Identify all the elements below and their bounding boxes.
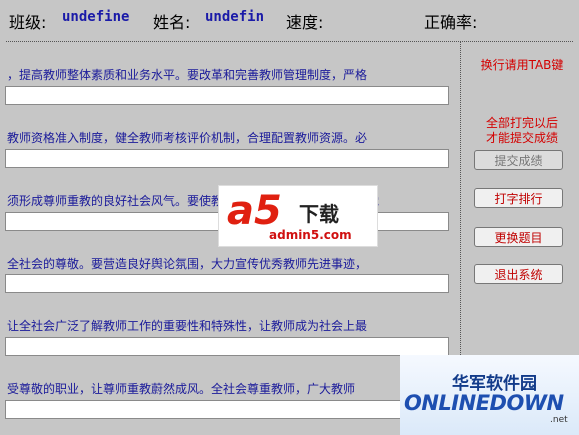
a5-watermark-logo: a5 下载 admin5.com xyxy=(218,185,378,247)
source-line-1: ，提高教师整体素质和业务水平。要改革和完善教师管理制度，严格 xyxy=(7,68,368,82)
name-label: 姓名: xyxy=(153,13,191,32)
typing-rank-button[interactable]: 打字排行 xyxy=(474,188,563,208)
source-line-6: 受尊敬的职业，让尊师重教蔚然成风。全社会尊重教师，广大教师 xyxy=(7,382,356,396)
class-value: undefine xyxy=(62,9,130,25)
speed-label: 速度: xyxy=(286,13,324,32)
tab-hint: 换行请用TAB键 xyxy=(480,58,564,72)
typing-input-1[interactable] xyxy=(5,86,449,105)
source-line-5: 让全社会广泛了解教师工作的重要性和特殊性，让教师成为社会上最 xyxy=(7,319,368,333)
exit-system-button[interactable]: 退出系统 xyxy=(474,264,563,284)
status-header: 班级: undefine 姓名: undefin 速度: 正确率: xyxy=(0,0,579,38)
onlinedown-logo-suffix: .net xyxy=(550,415,568,425)
source-line-4: 全社会的尊敬。要营造良好舆论氛围，大力宣传优秀教师先进事迹， xyxy=(7,257,368,271)
name-value: undefin xyxy=(205,9,265,25)
typing-input-2[interactable] xyxy=(5,149,449,168)
accuracy-label: 正确率: xyxy=(424,13,478,32)
class-label: 班级: xyxy=(9,13,47,32)
submit-hint-line-2: 才能提交成绩 xyxy=(485,131,558,145)
header-divider xyxy=(6,41,573,42)
typing-input-5[interactable] xyxy=(5,337,449,356)
typing-input-6[interactable] xyxy=(5,400,449,419)
onlinedown-watermark-logo: 华军软件园 ONLINEDOWN .net xyxy=(400,355,579,435)
a5-logo-url: admin5.com xyxy=(269,228,352,242)
submit-score-button[interactable]: 提交成绩 xyxy=(474,150,563,170)
a5-logo-text: 下载 xyxy=(299,202,339,226)
source-line-2: 教师资格准入制度，健全教师考核评价机制，合理配置教师资源。必 xyxy=(7,131,368,145)
onlinedown-logo-en: ONLINEDOWN xyxy=(404,391,564,415)
change-topic-button[interactable]: 更换题目 xyxy=(474,227,563,247)
typing-input-4[interactable] xyxy=(5,274,449,293)
